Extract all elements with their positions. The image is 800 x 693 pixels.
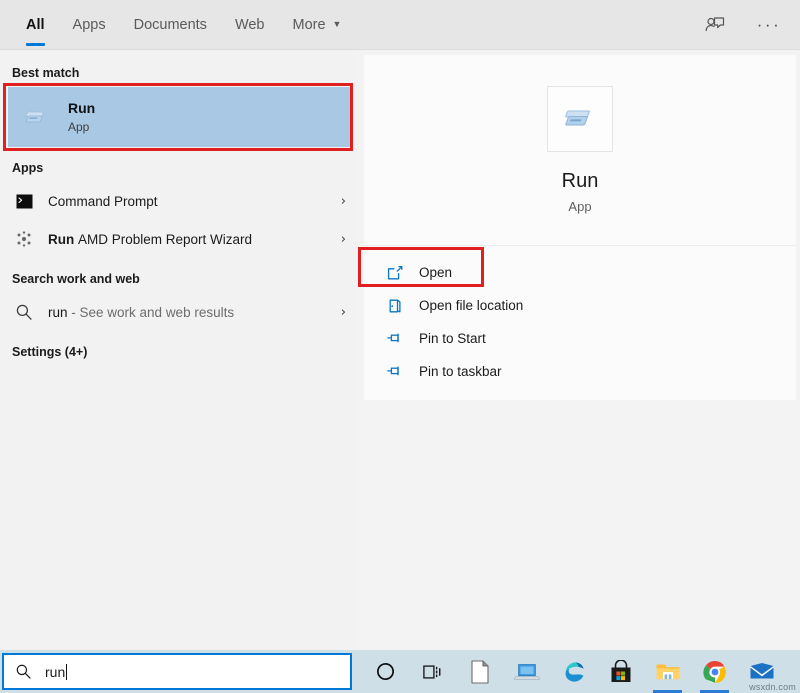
app-actions-list: Open Open file location Pin to Start Pin… bbox=[358, 246, 796, 400]
microsoft-store-icon[interactable] bbox=[597, 650, 644, 693]
amd-wizard-icon bbox=[14, 229, 34, 249]
search-icon bbox=[14, 302, 34, 322]
tab-more-label: More bbox=[292, 16, 326, 33]
ellipsis-glyph: ··· bbox=[756, 15, 782, 34]
tab-more[interactable]: More ▼ bbox=[279, 0, 356, 50]
windows-search-screen: All Apps Documents Web More ▼ ··· Best m… bbox=[0, 0, 800, 693]
command-prompt-icon bbox=[14, 191, 34, 211]
run-app-icon bbox=[18, 99, 54, 135]
cortana-icon[interactable] bbox=[362, 650, 409, 693]
action-open-label: Open bbox=[419, 265, 453, 280]
task-view-icon[interactable] bbox=[409, 650, 456, 693]
result-label-amd-wizard-match: Run bbox=[48, 231, 78, 247]
action-pin-to-start[interactable]: Pin to Start bbox=[364, 322, 796, 355]
best-match-text: Run App bbox=[68, 100, 95, 135]
document-icon[interactable] bbox=[456, 650, 503, 693]
pin-icon bbox=[384, 361, 406, 383]
action-open[interactable]: Open bbox=[358, 247, 796, 289]
action-pin-to-start-label: Pin to Start bbox=[419, 331, 486, 346]
search-flyout: All Apps Documents Web More ▼ ··· Best m… bbox=[0, 0, 800, 650]
taskbar: run wsxdn.com bbox=[0, 650, 800, 693]
more-options-icon[interactable]: ··· bbox=[752, 8, 786, 42]
watermark-text: wsxdn.com bbox=[749, 682, 796, 692]
tab-web[interactable]: Web bbox=[221, 0, 279, 50]
tabbar-actions: ··· bbox=[698, 0, 800, 50]
app-preview-card: Run App bbox=[364, 55, 796, 245]
open-external-icon bbox=[384, 262, 406, 284]
search-input[interactable]: run bbox=[2, 653, 352, 690]
tab-documents-label: Documents bbox=[133, 16, 207, 33]
search-icon bbox=[15, 663, 32, 680]
web-search-query: run bbox=[48, 304, 68, 320]
tab-apps[interactable]: Apps bbox=[59, 0, 120, 50]
best-match-container: Run App bbox=[3, 83, 353, 151]
settings-heading: Settings (4+) bbox=[12, 345, 88, 359]
run-app-icon-large bbox=[547, 86, 613, 152]
result-label-amd-wizard: Run AMD Problem Report Wizard bbox=[48, 232, 252, 247]
search-input-value: run bbox=[45, 663, 68, 680]
result-label-amd-wizard-rest: AMD Problem Report Wizard bbox=[78, 231, 253, 247]
remote-desktop-icon[interactable] bbox=[503, 650, 550, 693]
tab-web-label: Web bbox=[234, 16, 265, 33]
result-row-command-prompt[interactable]: Command Prompt › bbox=[0, 182, 358, 220]
web-heading: Search work and web bbox=[12, 272, 140, 286]
text-cursor bbox=[66, 663, 68, 680]
chevron-right-icon[interactable]: › bbox=[341, 305, 346, 320]
chevron-right-icon[interactable]: › bbox=[341, 194, 346, 209]
apps-heading: Apps bbox=[12, 161, 44, 175]
search-filter-tabbar: All Apps Documents Web More ▼ ··· bbox=[0, 0, 800, 50]
taskbar-icons bbox=[362, 650, 785, 693]
result-row-web-search[interactable]: run - See work and web results › bbox=[0, 293, 358, 331]
pin-icon bbox=[384, 328, 406, 350]
folder-location-icon bbox=[384, 295, 406, 317]
action-open-file-location[interactable]: Open file location bbox=[364, 289, 796, 322]
best-match-title: Run bbox=[68, 99, 96, 116]
tab-all-label: All bbox=[26, 16, 45, 33]
chevron-right-icon[interactable]: › bbox=[341, 232, 346, 247]
web-search-suffix: - See work and web results bbox=[67, 304, 235, 320]
action-open-file-location-label: Open file location bbox=[419, 298, 524, 313]
result-label-web-search: run - See work and web results bbox=[48, 305, 234, 320]
results-column: Best match Run App Apps Command Prompt ›… bbox=[0, 50, 358, 650]
preview-column: Run App Open Open file location Pin to S… bbox=[358, 50, 800, 650]
preview-app-type: App bbox=[568, 199, 592, 214]
file-explorer-icon[interactable] bbox=[644, 650, 691, 693]
tab-list: All Apps Documents Web More ▼ bbox=[0, 0, 355, 50]
result-row-amd-wizard[interactable]: Run AMD Problem Report Wizard › bbox=[0, 220, 358, 258]
microsoft-edge-icon[interactable] bbox=[550, 650, 597, 693]
chevron-down-icon: ▼ bbox=[332, 19, 342, 29]
preview-app-name: Run bbox=[561, 170, 599, 192]
google-chrome-icon[interactable] bbox=[691, 650, 738, 693]
person-feedback-icon[interactable] bbox=[698, 8, 732, 42]
action-pin-to-taskbar[interactable]: Pin to taskbar bbox=[364, 355, 796, 388]
best-match-result-run[interactable]: Run App bbox=[8, 87, 350, 147]
tab-apps-label: Apps bbox=[72, 16, 106, 33]
tab-all[interactable]: All bbox=[12, 0, 59, 50]
best-match-heading: Best match bbox=[12, 66, 80, 80]
result-label-command-prompt: Command Prompt bbox=[48, 193, 158, 209]
tab-documents[interactable]: Documents bbox=[120, 0, 221, 50]
action-pin-to-taskbar-label: Pin to taskbar bbox=[419, 364, 502, 379]
best-match-subtitle: App bbox=[68, 120, 90, 135]
